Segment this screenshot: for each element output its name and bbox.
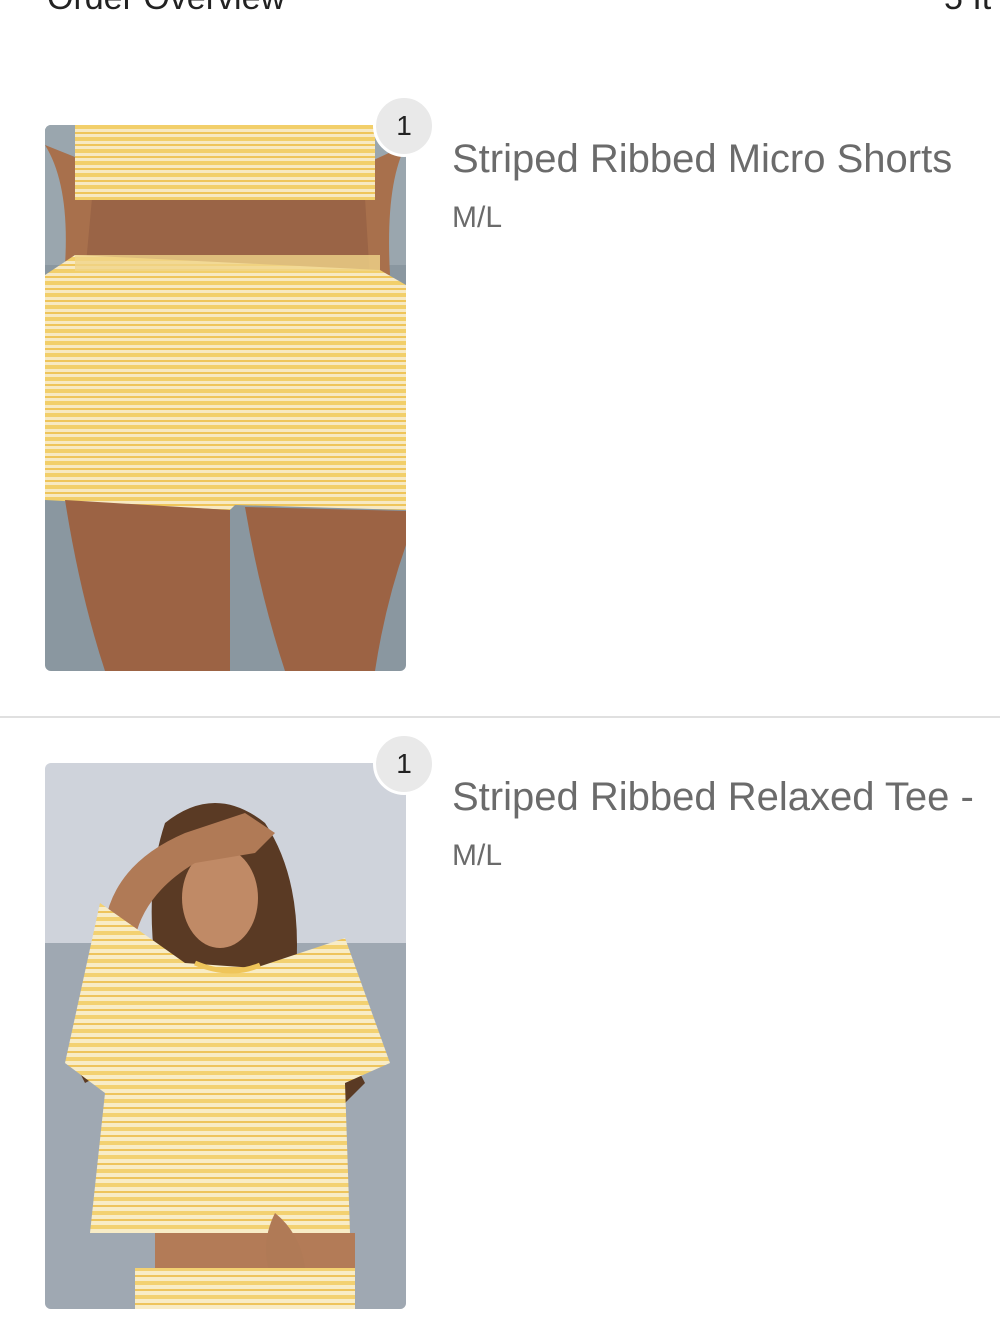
quantity-badge: 1 (373, 95, 435, 157)
order-item[interactable]: 1 Striped Ribbed Micro Shorts M/L (0, 95, 1000, 715)
item-divider (0, 716, 1000, 718)
quantity-badge: 1 (373, 733, 435, 795)
product-name[interactable]: Striped Ribbed Relaxed Tee - (452, 773, 974, 821)
product-variant: M/L (452, 839, 503, 872)
order-item[interactable]: 1 Striped Ribbed Relaxed Tee - M/L (0, 733, 1000, 1333)
product-photo-shorts (45, 125, 406, 671)
item-count: 5 It (944, 0, 991, 18)
product-name[interactable]: Striped Ribbed Micro Shorts (452, 135, 952, 183)
order-overview-header: Order Overview 5 It (0, 0, 1000, 40)
page-title: Order Overview (47, 0, 285, 18)
product-photo-tee (45, 763, 406, 1309)
product-variant: M/L (452, 201, 503, 234)
